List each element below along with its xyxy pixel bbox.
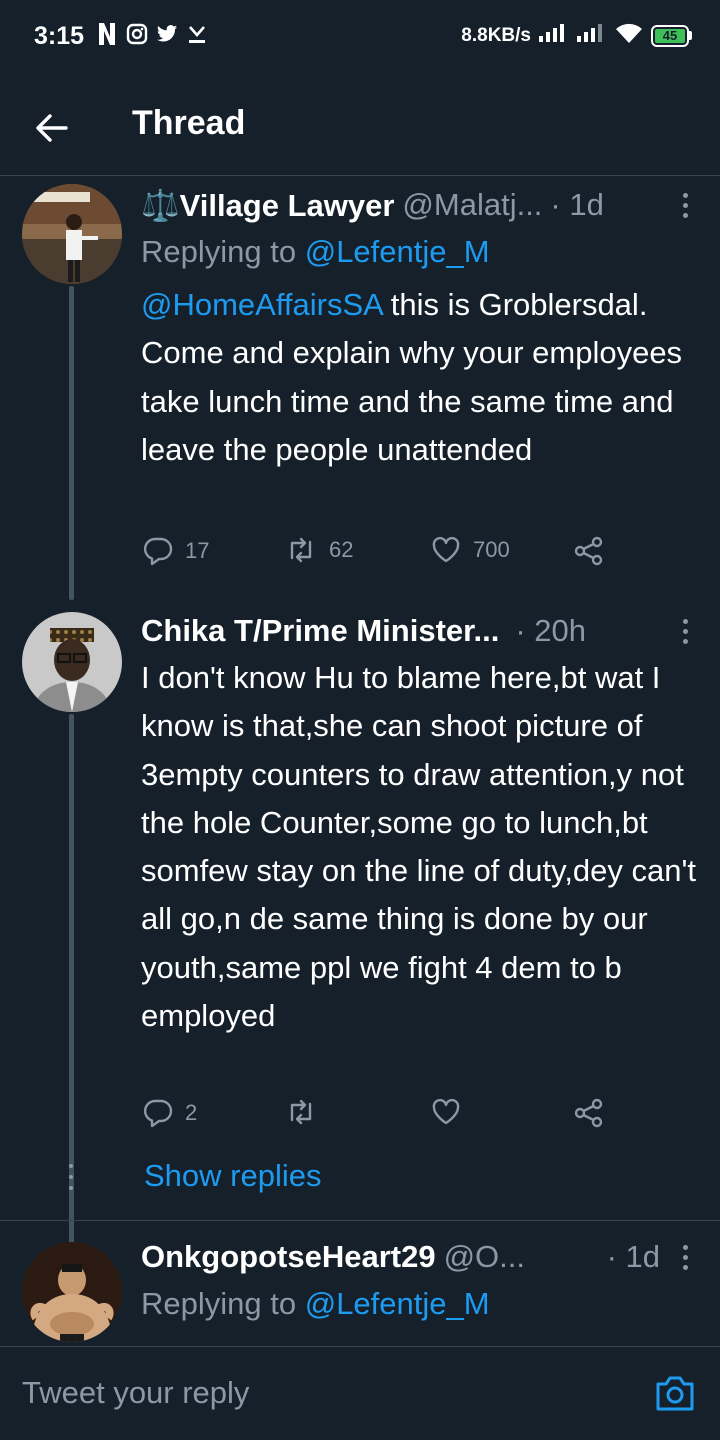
- instagram-icon: [126, 22, 148, 46]
- tweet-header: ⚖️Village Lawyer @Malatj... · 1d: [141, 184, 694, 226]
- tweet-item[interactable]: Chika T/Prime Minister... · 20h I don't …: [0, 608, 720, 1260]
- retweet-count: 62: [329, 537, 354, 562]
- tweet-actions: 2: [141, 1098, 611, 1138]
- reply-composer: Tweet your reply: [0, 1346, 720, 1440]
- system-indicators: 8.8KB/s 45: [461, 22, 692, 49]
- signal-icon-secondary: [577, 23, 607, 48]
- tweet-mention[interactable]: @HomeAffairsSA: [141, 287, 382, 322]
- netflix-icon: [96, 22, 118, 46]
- camera-button[interactable]: [654, 1373, 698, 1415]
- reply-input[interactable]: Tweet your reply: [22, 1375, 249, 1411]
- user-handle[interactable]: @O...: [444, 1239, 525, 1275]
- reply-button[interactable]: 2: [143, 1098, 197, 1128]
- display-name[interactable]: ⚖️Village Lawyer: [141, 187, 394, 224]
- avatar[interactable]: [22, 184, 122, 284]
- retweet-icon: [290, 1099, 312, 1125]
- tweet-header: OnkgopotseHeart29 @O... · 1d: [141, 1236, 694, 1278]
- tweet-item[interactable]: ⚖️Village Lawyer @Malatj... · 1d Replyin…: [0, 180, 720, 600]
- download-icon: [186, 22, 208, 46]
- tweet-item[interactable]: OnkgopotseHeart29 @O... · 1d Replying to…: [0, 1234, 720, 1346]
- show-replies-link[interactable]: Show replies: [144, 1158, 321, 1194]
- camera-icon: [656, 1376, 694, 1411]
- reply-count: 2: [185, 1100, 198, 1125]
- reply-count: 17: [185, 538, 210, 563]
- battery-icon: 45: [651, 24, 692, 47]
- replying-to-mention[interactable]: @Lefentje_M: [305, 1286, 490, 1321]
- wifi-icon: [615, 22, 643, 49]
- tweet-time: · 1d: [550, 187, 604, 222]
- arrow-left-icon: [36, 114, 68, 142]
- thread-line: [69, 286, 74, 600]
- tweet-actions: 17 62 700: [141, 536, 611, 576]
- tweet-time: · 20h: [515, 613, 587, 648]
- replying-to: Replying to @Lefentje_M: [141, 234, 490, 270]
- notification-icons: [96, 22, 208, 46]
- share-icon: [574, 536, 603, 566]
- heart-icon: [432, 1098, 460, 1125]
- share-icon: [574, 1098, 603, 1128]
- divider: [0, 1220, 720, 1221]
- retweet-button[interactable]: [285, 1098, 329, 1126]
- avatar[interactable]: [22, 612, 122, 712]
- status-bar: 3:15 8.8KB/s 45: [0, 0, 720, 76]
- thread-header: Thread: [0, 76, 720, 176]
- avatar[interactable]: [22, 1242, 122, 1342]
- more-options-icon[interactable]: [676, 188, 694, 222]
- share-button[interactable]: [573, 1098, 605, 1128]
- tweet-text: @HomeAffairsSA this is Groblersdal. Come…: [141, 281, 701, 474]
- twitter-icon: [156, 22, 178, 46]
- more-options-icon[interactable]: [676, 614, 694, 648]
- like-count: 700: [473, 537, 510, 562]
- user-handle[interactable]: @Malatj...: [402, 187, 542, 223]
- share-button[interactable]: [573, 536, 605, 566]
- replying-to-prefix: Replying to: [141, 234, 305, 269]
- reply-icon: [143, 537, 173, 566]
- display-name[interactable]: OnkgopotseHeart29: [141, 1239, 436, 1275]
- more-options-icon[interactable]: [676, 1240, 694, 1274]
- display-name[interactable]: Chika T/Prime Minister...: [141, 613, 499, 649]
- signal-icon: [539, 23, 569, 48]
- retweet-button[interactable]: 62: [285, 536, 353, 564]
- tweet-time: · 1d: [606, 1239, 660, 1274]
- retweet-icon: [290, 537, 312, 563]
- status-time: 3:15: [34, 22, 85, 50]
- thread-dots-icon: [68, 1164, 74, 1190]
- like-button[interactable]: 700: [431, 536, 510, 564]
- like-button[interactable]: [431, 1098, 473, 1126]
- page-title: Thread: [132, 104, 246, 142]
- replying-to-mention[interactable]: @Lefentje_M: [305, 234, 490, 269]
- reply-icon: [143, 1099, 173, 1128]
- back-button[interactable]: [30, 106, 74, 150]
- reply-button[interactable]: 17: [143, 536, 209, 566]
- tweet-header: Chika T/Prime Minister... · 20h: [141, 610, 694, 652]
- network-speed: 8.8KB/s: [461, 24, 531, 46]
- tweet-text: I don't know Hu to blame here,bt wat I k…: [141, 660, 697, 1034]
- replying-to-prefix: Replying to: [141, 1286, 305, 1321]
- battery-level: 45: [655, 28, 685, 43]
- heart-icon: [432, 536, 460, 563]
- replying-to: Replying to @Lefentje_M: [141, 1286, 490, 1322]
